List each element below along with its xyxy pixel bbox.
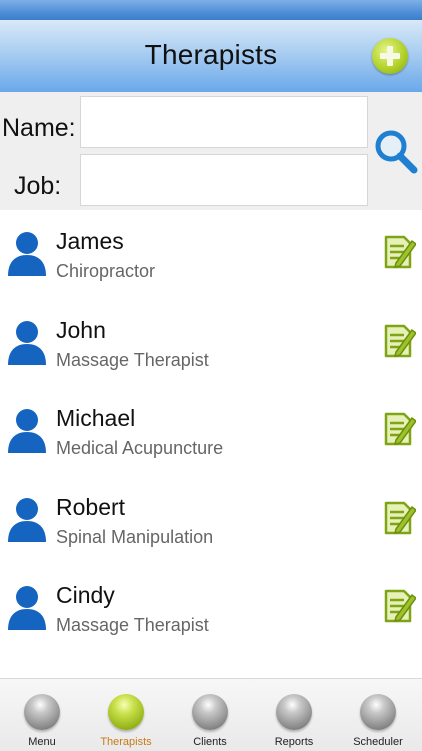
magnifier-icon xyxy=(375,130,418,174)
search-button[interactable] xyxy=(372,128,420,176)
therapist-job: Spinal Manipulation xyxy=(56,526,214,547)
therapist-name: Cindy xyxy=(56,582,115,608)
tab-ball-icon xyxy=(108,694,144,730)
tab-ball-icon xyxy=(360,694,396,730)
person-icon xyxy=(8,232,46,276)
add-therapist-button[interactable] xyxy=(372,38,408,74)
tab-ball-icon xyxy=(192,694,228,730)
page-title: Therapists xyxy=(144,39,278,70)
tab-scheduler[interactable]: Scheduler xyxy=(336,679,420,751)
status-strip xyxy=(0,0,422,20)
list-item[interactable]: James Chiropractor xyxy=(0,210,422,299)
tab-label: Clients xyxy=(193,736,227,748)
therapist-name: Robert xyxy=(56,493,126,520)
list-item[interactable]: John Massage Therapist xyxy=(0,299,422,388)
edit-icon[interactable] xyxy=(380,585,416,625)
tab-ball-icon xyxy=(276,694,312,730)
header-bar: Therapists xyxy=(0,20,422,92)
list-item[interactable]: Michael Medical Acupuncture xyxy=(0,387,422,476)
name-label: Name: xyxy=(2,114,76,142)
tab-reports[interactable]: Reports xyxy=(252,679,336,751)
search-panel: Name: Job: xyxy=(0,92,422,210)
tab-label: Therapists xyxy=(100,736,152,748)
therapist-name: James xyxy=(56,228,124,254)
edit-icon[interactable] xyxy=(380,231,416,271)
person-icon xyxy=(8,320,46,365)
tab-label: Scheduler xyxy=(353,736,403,748)
therapist-list: James Chiropractor John Massage Therapis… xyxy=(0,210,422,653)
tab-label: Menu xyxy=(28,736,56,748)
edit-icon[interactable] xyxy=(380,320,416,360)
tab-bar: Menu Therapists Clients Reports Scheduler xyxy=(0,678,422,751)
tab-menu[interactable]: Menu xyxy=(0,679,84,751)
tab-clients[interactable]: Clients xyxy=(168,679,252,751)
tab-label: Reports xyxy=(274,736,314,748)
person-icon xyxy=(8,497,46,542)
tab-therapists[interactable]: Therapists xyxy=(84,679,168,751)
therapist-job: Medical Acupuncture xyxy=(56,438,224,458)
therapist-name: John xyxy=(56,316,106,343)
therapist-job: Massage Therapist xyxy=(56,349,209,370)
therapist-name: Michael xyxy=(56,405,136,431)
name-input[interactable] xyxy=(80,96,368,148)
tab-ball-icon xyxy=(24,694,60,730)
therapist-job: Chiropractor xyxy=(56,261,156,281)
edit-icon[interactable] xyxy=(380,497,416,537)
list-item[interactable]: Cindy Massage Therapist xyxy=(0,564,422,653)
person-icon xyxy=(8,409,46,453)
person-icon xyxy=(8,586,46,630)
plus-icon xyxy=(380,46,400,66)
job-input[interactable] xyxy=(80,154,368,206)
therapist-job: Massage Therapist xyxy=(56,615,209,635)
edit-icon[interactable] xyxy=(380,408,416,448)
list-item[interactable]: Robert Spinal Manipulation xyxy=(0,476,422,565)
job-label: Job: xyxy=(14,172,62,200)
